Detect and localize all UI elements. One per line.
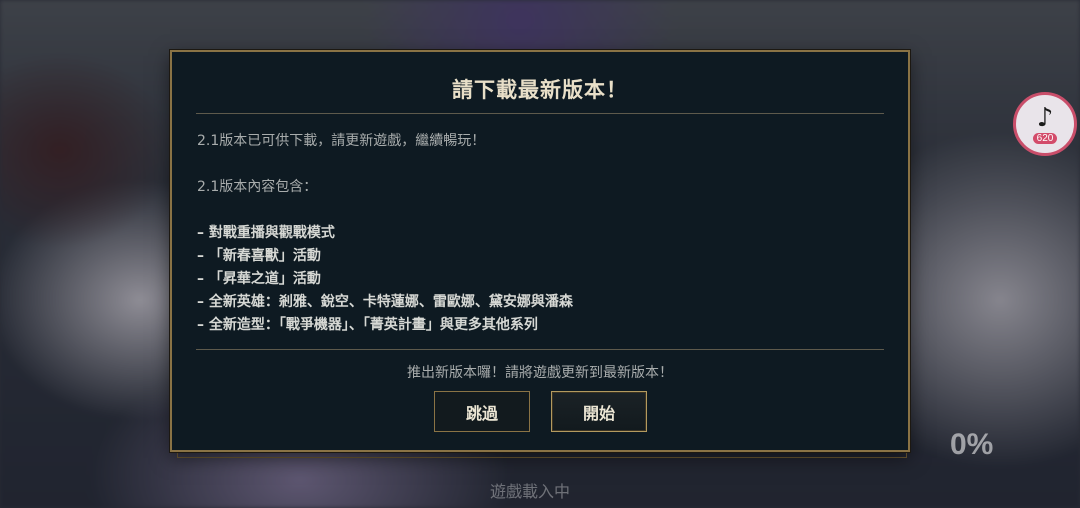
dialog-title: 請下載最新版本！: [452, 78, 628, 102]
intro-text: 2.1版本已可供下載，請更新遊戲，繼續暢玩！: [197, 133, 486, 149]
skip-button[interactable]: 跳過: [434, 391, 530, 432]
feature-item: – 「昇華之道」活動: [197, 271, 321, 287]
tiktok-badge[interactable]: ♪ 620: [1013, 92, 1077, 156]
title-divider: [196, 113, 884, 114]
loading-text: 遊戲載入中: [490, 482, 571, 501]
footer-divider: [196, 349, 884, 350]
update-dialog: 請下載最新版本！ 2.1版本已可供下載，請更新遊戲，繼續暢玩！ 2.1版本內容包…: [170, 50, 910, 452]
tiktok-count: 620: [1032, 132, 1058, 144]
loading-percent: 0%: [950, 428, 994, 461]
start-button[interactable]: 開始: [551, 391, 647, 432]
tiktok-icon: ♪: [1036, 102, 1054, 133]
footer-note: 推出新版本囉！請將遊戲更新到最新版本！: [407, 365, 673, 381]
feature-item: – 全新英雄：剎雅、銳空、卡特蓮娜、雷歐娜、黛安娜與潘森: [197, 294, 573, 310]
dialog-body: 2.1版本已可供下載，請更新遊戲，繼續暢玩！ 2.1版本內容包含： – 對戰重播…: [197, 130, 877, 337]
contents-heading: 2.1版本內容包含：: [197, 179, 318, 195]
feature-item: – 「新春喜獸」活動: [197, 248, 321, 264]
feature-item: – 全新造型：「戰爭機器」、「菁英計畫」與更多其他系列: [197, 317, 538, 333]
feature-item: – 對戰重播與觀戰模式: [197, 225, 335, 241]
